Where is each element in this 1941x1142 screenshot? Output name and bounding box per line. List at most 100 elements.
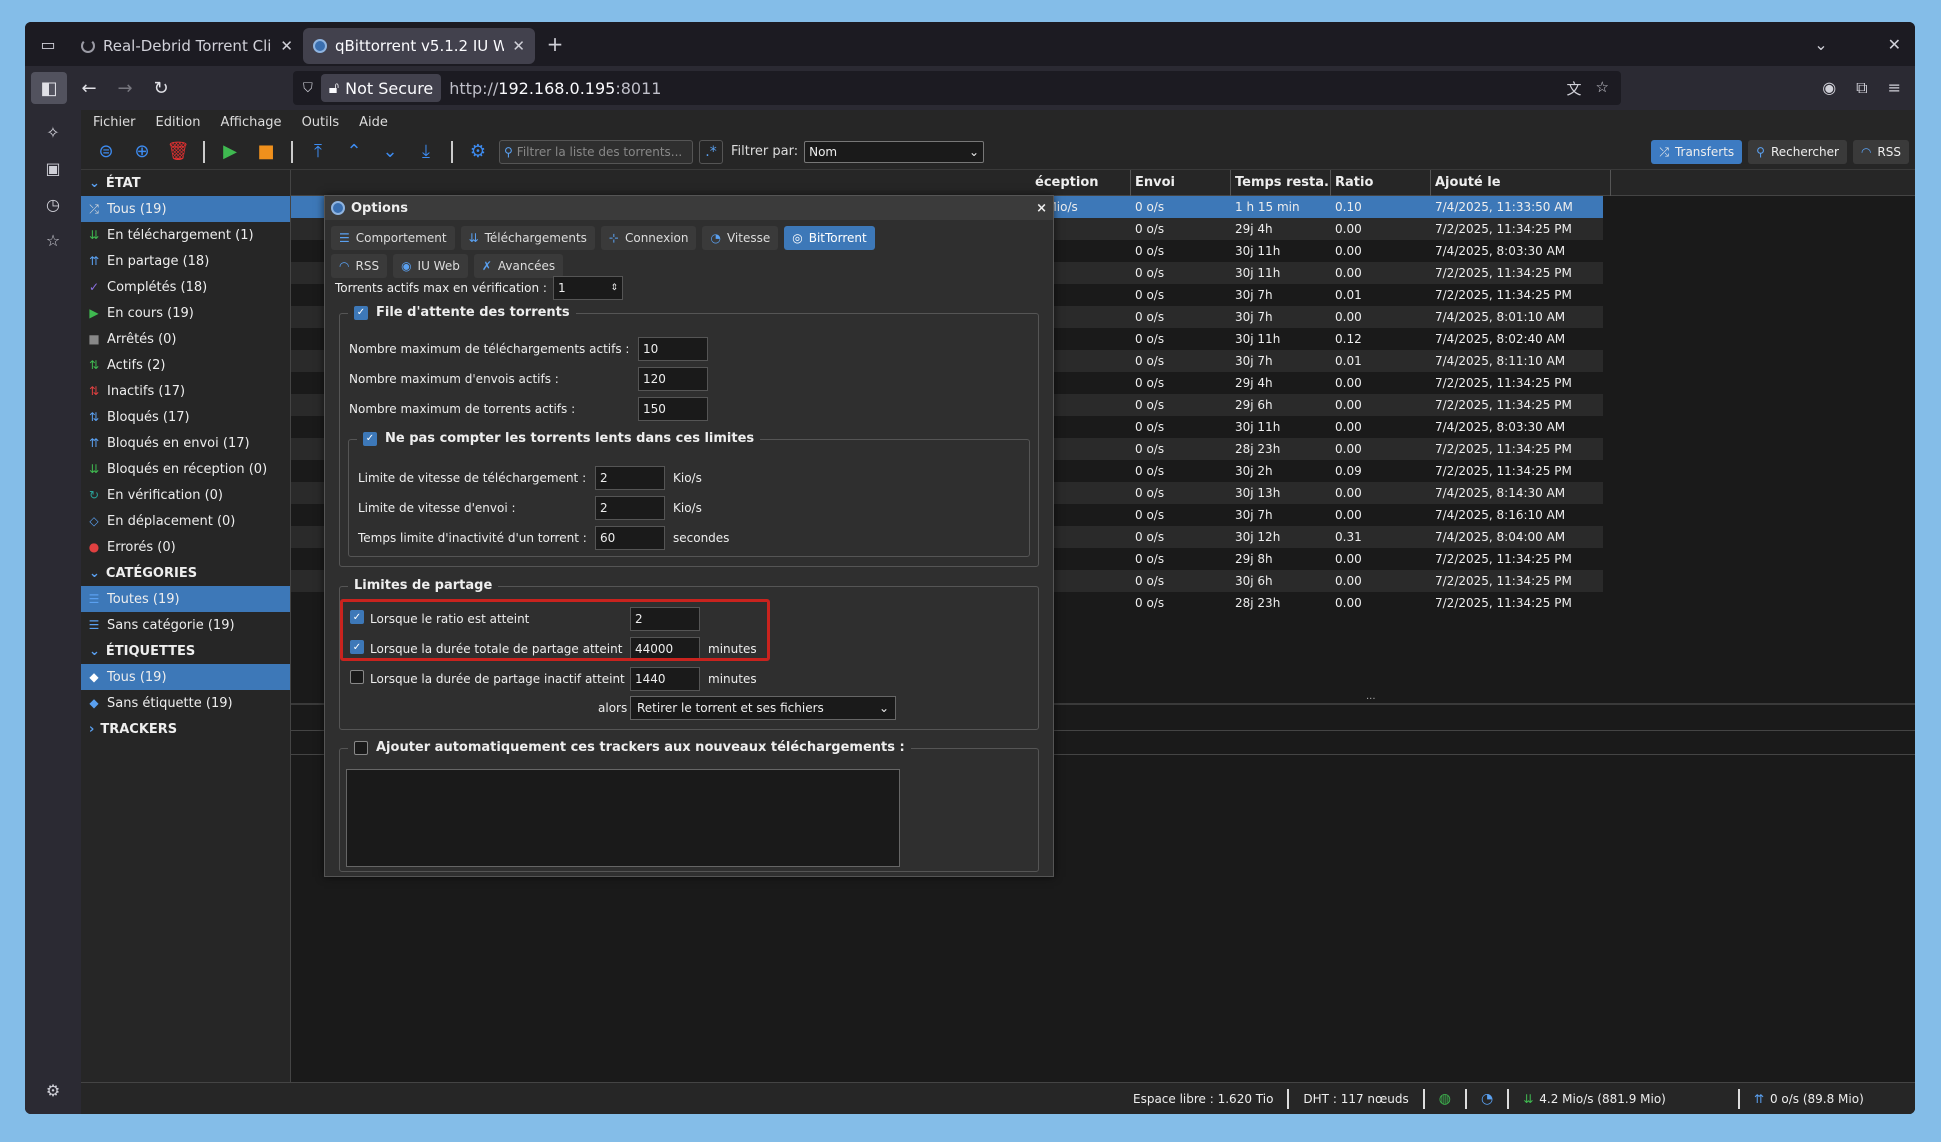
ai-chat-icon[interactable]: ✧ bbox=[25, 114, 81, 150]
menu-edition[interactable]: Edition bbox=[156, 115, 201, 130]
bookmark-star-icon[interactable]: ☆ bbox=[1596, 78, 1609, 99]
transfers-tab-button[interactable]: ⤮ Transferts bbox=[1651, 140, 1743, 164]
not-secure-badge[interactable]: 🔓︎ Not Secure bbox=[320, 74, 442, 102]
settings-gear-icon[interactable]: ⚙ bbox=[25, 1072, 81, 1108]
url-text[interactable]: http://192.168.0.195:8011 bbox=[449, 79, 661, 98]
spin-arrows-icon[interactable]: ⇕ bbox=[610, 277, 618, 299]
synced-tabs-icon[interactable]: ▣ bbox=[25, 150, 81, 186]
tags-header[interactable]: ⌄ ÉTIQUETTES bbox=[81, 638, 290, 664]
start-icon[interactable]: ▶ bbox=[215, 138, 245, 166]
download-speed[interactable]: 4.2 Mio/s (881.9 Mio) bbox=[1539, 1092, 1666, 1106]
extensions-icon[interactable]: ⧉ bbox=[1856, 78, 1867, 98]
category-filter-item[interactable]: ☰ Sans catégorie (19) bbox=[81, 612, 290, 638]
slow-inactive-input[interactable]: 60 bbox=[595, 526, 665, 550]
inactive-time-input[interactable]: 1440 bbox=[630, 667, 700, 691]
inactive-time-checkbox[interactable] bbox=[350, 670, 364, 684]
category-filter-item[interactable]: ☰ Toutes (19) bbox=[81, 586, 290, 612]
auto-trackers-textarea[interactable] bbox=[346, 769, 900, 867]
menu-fichier[interactable]: Fichier bbox=[93, 115, 136, 130]
max-torrents-input[interactable]: 150 bbox=[638, 397, 708, 421]
tab-vitesse[interactable]: ◔ Vitesse bbox=[702, 226, 779, 250]
state-filter-item[interactable]: ⇊ Bloqués en réception (0) bbox=[81, 456, 290, 482]
close-icon[interactable]: ✕ bbox=[512, 37, 525, 55]
state-filter-item[interactable]: ↻ En vérification (0) bbox=[81, 482, 290, 508]
slow-torrents-checkbox[interactable]: ✓ bbox=[363, 431, 377, 446]
dialog-close-button[interactable]: × bbox=[1036, 201, 1047, 216]
forward-icon[interactable]: → bbox=[107, 72, 143, 104]
col-ratio[interactable]: Ratio bbox=[1331, 170, 1431, 196]
regex-toggle-icon[interactable]: .* bbox=[699, 139, 723, 164]
tag-filter-item[interactable]: ◆ Sans étiquette (19) bbox=[81, 690, 290, 716]
tab-telechargements[interactable]: ⇊ Téléchargements bbox=[460, 226, 595, 250]
close-icon[interactable]: ✕ bbox=[280, 37, 293, 55]
state-filter-item[interactable]: ⇈ En partage (18) bbox=[81, 248, 290, 274]
menu-aide[interactable]: Aide bbox=[359, 115, 388, 130]
state-filter-item[interactable]: ■ Arrêtés (0) bbox=[81, 326, 290, 352]
state-header[interactable]: ⌄ ÉTAT bbox=[81, 170, 290, 196]
tab-avancees[interactable]: ✗ Avancées bbox=[473, 254, 564, 278]
shield-icon[interactable]: ⛉ bbox=[303, 81, 313, 96]
translate-icon[interactable]: 文 bbox=[1567, 78, 1582, 99]
queue-checkbox[interactable]: ✓ bbox=[354, 305, 368, 320]
max-checking-spinbox[interactable]: 1 ⇕ bbox=[553, 276, 623, 300]
add-link-icon[interactable]: ⊜ bbox=[91, 138, 121, 166]
menu-outils[interactable]: Outils bbox=[302, 115, 340, 130]
state-filter-item[interactable]: ⇅ Bloqués (17) bbox=[81, 404, 290, 430]
connection-status-icon[interactable]: ◍ bbox=[1439, 1091, 1451, 1107]
stop-icon[interactable]: ■ bbox=[251, 138, 281, 166]
options-gear-icon[interactable]: ⚙ bbox=[463, 138, 493, 166]
tab-bittorrent[interactable]: ◎ BitTorrent bbox=[784, 226, 875, 250]
upload-speed[interactable]: 0 o/s (89.8 Mio) bbox=[1770, 1092, 1864, 1106]
state-filter-item[interactable]: ▶ En cours (19) bbox=[81, 300, 290, 326]
close-window-icon[interactable]: ✕ bbox=[1888, 35, 1901, 54]
bookmarks-icon[interactable]: ☆ bbox=[25, 222, 81, 258]
chevron-down-icon[interactable]: ⌄ bbox=[1814, 35, 1827, 54]
trackers-header[interactable]: › TRACKERS bbox=[81, 716, 290, 742]
auto-trackers-checkbox[interactable] bbox=[354, 740, 368, 755]
tab-connexion[interactable]: ⊹ Connexion bbox=[600, 226, 697, 250]
browser-tab-1[interactable]: Real-Debrid Torrent Cli ✕ bbox=[71, 28, 303, 64]
col-eta[interactable]: Temps resta... bbox=[1231, 170, 1331, 196]
state-filter-item[interactable]: ⇈ Bloqués en envoi (17) bbox=[81, 430, 290, 456]
queue-top-icon[interactable]: ⤒ bbox=[303, 138, 333, 166]
tab-rss[interactable]: ◠ RSS bbox=[331, 254, 388, 278]
speed-limit-icon[interactable]: ◔ bbox=[1481, 1091, 1493, 1107]
tab-groups-icon[interactable]: ▭ bbox=[25, 22, 71, 66]
tab-comportement[interactable]: ☰ Comportement bbox=[331, 226, 455, 250]
menu-icon[interactable]: ≡ bbox=[1888, 78, 1901, 98]
new-tab-button[interactable]: + bbox=[535, 32, 575, 56]
max-uploads-input[interactable]: 120 bbox=[638, 367, 708, 391]
col-reception[interactable]: éception bbox=[1031, 170, 1131, 196]
menu-affichage[interactable]: Affichage bbox=[220, 115, 281, 130]
search-tab-button[interactable]: ⚲ Rechercher bbox=[1748, 140, 1847, 164]
sidebar-toggle-icon[interactable]: ◧ bbox=[31, 72, 67, 104]
col-envoi[interactable]: Envoi bbox=[1131, 170, 1231, 196]
state-filter-item[interactable]: ◇ En déplacement (0) bbox=[81, 508, 290, 534]
delete-icon[interactable]: 🗑︎ bbox=[163, 138, 193, 166]
torrent-filter-input[interactable]: ⚲ Filtrer la liste des torrents... bbox=[499, 139, 693, 164]
splitter-handle[interactable]: ... bbox=[1366, 691, 1376, 702]
rss-tab-button[interactable]: ◠ RSS bbox=[1852, 140, 1909, 164]
tag-filter-item[interactable]: ◆ Tous (19) bbox=[81, 664, 290, 690]
tab-iu-web[interactable]: ◉ IU Web bbox=[393, 254, 468, 278]
filter-by-select[interactable]: Nom ⌄ bbox=[804, 140, 985, 163]
url-bar[interactable]: ⛉ 🔓︎ Not Secure http://192.168.0.195:801… bbox=[293, 71, 1621, 105]
add-torrent-icon[interactable]: ⊕ bbox=[127, 138, 157, 166]
categories-header[interactable]: ⌄ CATÉGORIES bbox=[81, 560, 290, 586]
history-icon[interactable]: ◷ bbox=[25, 186, 81, 222]
browser-tab-2[interactable]: qBittorrent v5.1.2 IU W ✕ bbox=[303, 28, 535, 64]
back-icon[interactable]: ← bbox=[71, 72, 107, 104]
share-action-select[interactable]: Retirer le torrent et ses fichiers ⌄ bbox=[630, 696, 896, 720]
queue-up-icon[interactable]: ⌃ bbox=[339, 138, 369, 166]
queue-down-icon[interactable]: ⌄ bbox=[375, 138, 405, 166]
state-filter-item[interactable]: ⇅ Inactifs (17) bbox=[81, 378, 290, 404]
state-filter-item[interactable]: ⇊ En téléchargement (1) bbox=[81, 222, 290, 248]
account-icon[interactable]: ◉ bbox=[1822, 78, 1836, 98]
reload-icon[interactable]: ↻ bbox=[143, 72, 179, 104]
queue-bottom-icon[interactable]: ⤓ bbox=[411, 138, 441, 166]
dialog-titlebar[interactable]: Options × bbox=[325, 196, 1053, 220]
state-filter-item[interactable]: ⇅ Actifs (2) bbox=[81, 352, 290, 378]
state-filter-item[interactable]: ✓ Complétés (18) bbox=[81, 274, 290, 300]
state-filter-item[interactable]: ⤮ Tous (19) bbox=[81, 196, 290, 222]
state-filter-item[interactable]: ● Errorés (0) bbox=[81, 534, 290, 560]
